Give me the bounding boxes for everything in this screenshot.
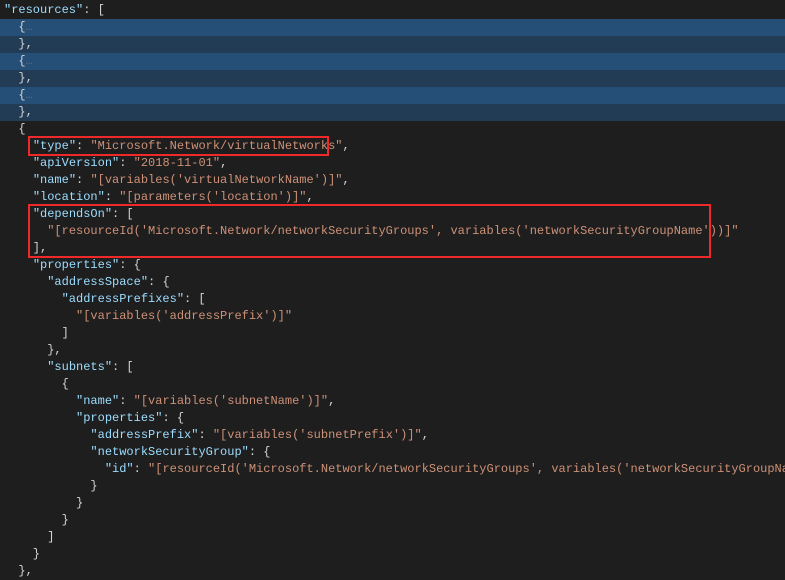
code-line: "[resourceId('Microsoft.Network/networkS…: [0, 223, 785, 240]
code-line: "[variables('addressPrefix')]": [0, 308, 785, 325]
code-line: {…: [0, 53, 785, 70]
code-line: {: [0, 121, 785, 138]
code-line: "properties": {: [0, 410, 785, 427]
code-line: "apiVersion": "2018-11-01",: [0, 155, 785, 172]
code-line: }: [0, 495, 785, 512]
code-line: }: [0, 546, 785, 563]
code-line: ],: [0, 240, 785, 257]
code-line: }: [0, 478, 785, 495]
code-line: {…: [0, 87, 785, 104]
code-line: "type": "Microsoft.Network/virtualNetwor…: [0, 138, 785, 155]
code-line: },: [0, 104, 785, 121]
fold-icon[interactable]: …: [26, 54, 33, 68]
code-line: "addressPrefixes": [: [0, 291, 785, 308]
fold-icon[interactable]: …: [26, 88, 33, 102]
code-line: "name": "[variables('virtualNetworkName'…: [0, 172, 785, 189]
code-line: {: [0, 376, 785, 393]
code-line: "name": "[variables('subnetName')]",: [0, 393, 785, 410]
code-line: "location": "[parameters('location')]",: [0, 189, 785, 206]
code-line: "id": "[resourceId('Microsoft.Network/ne…: [0, 461, 785, 478]
code-line: },: [0, 36, 785, 53]
code-line: ]: [0, 529, 785, 546]
code-line: "resources": [: [0, 2, 785, 19]
fold-icon[interactable]: …: [26, 20, 33, 34]
code-line: "subnets": [: [0, 359, 785, 376]
code-line: "networkSecurityGroup": {: [0, 444, 785, 461]
code-line: "dependsOn": [: [0, 206, 785, 223]
code-line: {…: [0, 19, 785, 36]
code-line: "addressPrefix": "[variables('subnetPref…: [0, 427, 785, 444]
code-editor[interactable]: "resources": [ {… }, {… }, {… }, { "type…: [0, 2, 785, 580]
code-line: }: [0, 512, 785, 529]
code-line: "properties": {: [0, 257, 785, 274]
code-line: },: [0, 563, 785, 580]
code-line: },: [0, 70, 785, 87]
code-line: },: [0, 342, 785, 359]
code-line: ]: [0, 325, 785, 342]
code-line: "addressSpace": {: [0, 274, 785, 291]
